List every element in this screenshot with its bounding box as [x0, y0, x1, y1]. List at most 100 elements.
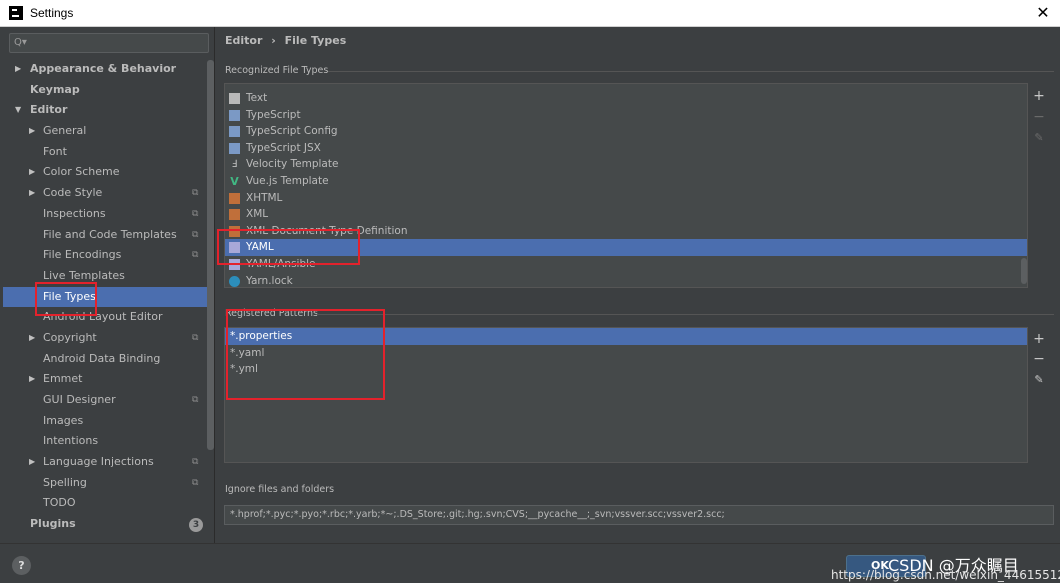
sidebar-item-language-injections[interactable]: ▶ Language Injections ⧉: [0, 452, 206, 473]
settings-search-input[interactable]: Q▾: [9, 33, 209, 53]
remove-pattern-icon[interactable]: −: [1032, 352, 1046, 366]
sidebar-item-label: Font: [43, 144, 67, 158]
sidebar-item-label: Android Data Binding: [43, 351, 161, 365]
chevron-down-icon[interactable]: ▼: [15, 100, 25, 121]
sidebar-item-images[interactable]: Images: [0, 411, 206, 432]
file-type-label: XML: [246, 208, 269, 221]
sidebar-item-label: Editor: [30, 103, 68, 117]
file-type-label: TypeScript Config: [246, 125, 338, 138]
chevron-right-icon[interactable]: ▶: [29, 452, 39, 473]
sidebar-item-plugins[interactable]: Plugins 3: [0, 514, 206, 535]
chevron-right-icon[interactable]: ▶: [29, 369, 39, 390]
ts-file-icon: [229, 109, 240, 121]
sidebar-item-label: TODO: [43, 496, 76, 510]
sidebar-item-editor[interactable]: ▼ Editor: [0, 100, 206, 121]
sidebar-item-label: Inspections: [43, 206, 106, 220]
file-type-item[interactable]: V Vue.js Template: [225, 173, 1027, 190]
sidebar-item-general[interactable]: ▶ General: [0, 121, 206, 142]
chevron-right-icon[interactable]: ▶: [15, 59, 25, 80]
sidebar-item-label: Images: [43, 413, 84, 427]
settings-sidebar: Q▾ ▶ Appearance & Behavior Keymap ▼ Editor ▶ G…: [0, 27, 215, 543]
window-title: Settings: [30, 6, 74, 20]
project-scope-icon: ⧉: [192, 229, 199, 240]
file-type-item[interactable]: TypeScript Config: [225, 123, 1027, 140]
file-type-label: Vue.js Template: [246, 174, 329, 187]
sidebar-item-inspections[interactable]: Inspections ⧉: [0, 204, 206, 225]
sidebar-item-todo[interactable]: TODO: [0, 493, 206, 514]
add-pattern-icon[interactable]: +: [1032, 332, 1046, 346]
sidebar-item-label: Intentions: [43, 434, 99, 448]
sidebar-item-keymap[interactable]: Keymap: [0, 80, 206, 101]
help-button[interactable]: ?: [12, 556, 31, 575]
file-type-item[interactable]: Yarn.lock: [225, 273, 1027, 287]
edit-pattern-icon[interactable]: ✎: [1032, 373, 1046, 387]
file-types-panel: Editor › File Types Recognized File Type…: [216, 27, 1060, 543]
file-types-scrollbar[interactable]: [1021, 258, 1027, 284]
close-icon[interactable]: ✕: [1034, 4, 1052, 22]
sidebar-item-emmet[interactable]: ▶ Emmet: [0, 369, 206, 390]
sidebar-item-android-data-binding[interactable]: Android Data Binding: [0, 349, 206, 370]
sidebar-item-label: Copyright: [43, 330, 97, 344]
sidebar-item-intentions[interactable]: Intentions: [0, 431, 206, 452]
xml-file-icon: [229, 209, 240, 221]
chevron-right-icon[interactable]: ▶: [29, 162, 39, 183]
add-file-type-icon[interactable]: +: [1032, 89, 1046, 103]
sidebar-item-label: Keymap: [30, 82, 80, 96]
chevron-right-icon[interactable]: ▶: [29, 183, 39, 204]
sidebar-item-code-style[interactable]: ▶ Code Style ⧉: [0, 183, 206, 204]
breadcrumb-file-types: File Types: [284, 34, 347, 47]
sidebar-item-label: General: [43, 124, 87, 138]
sidebar-item-spelling[interactable]: Spelling ⧉: [0, 473, 206, 494]
ts-file-icon: [229, 126, 240, 138]
annotation-box-file-types: [35, 282, 97, 316]
project-scope-icon: ⧉: [192, 208, 199, 219]
project-scope-icon: ⧉: [192, 457, 199, 468]
sidebar-item-label: Plugins: [30, 517, 76, 531]
project-scope-icon: ⧉: [192, 395, 199, 405]
window-titlebar: Settings ✕: [0, 0, 1060, 27]
file-type-item[interactable]: XHTML: [225, 190, 1027, 207]
file-type-label: TypeScript JSX: [246, 141, 321, 154]
breadcrumb-editor[interactable]: Editor: [225, 34, 262, 47]
file-type-item[interactable]: TypeScript: [225, 107, 1027, 124]
project-scope-icon: ⧉: [192, 188, 199, 199]
file-type-item[interactable]: Text: [225, 90, 1027, 107]
sidebar-item-file-encodings[interactable]: File Encodings ⧉: [0, 245, 206, 266]
sidebar-item-font[interactable]: Font: [0, 142, 206, 163]
project-scope-icon: ⧉: [192, 477, 199, 488]
settings-tree: ▶ Appearance & Behavior Keymap ▼ Editor ▶ Gene…: [0, 59, 214, 535]
project-scope-icon: ⧉: [192, 250, 199, 261]
sidebar-item-color-scheme[interactable]: ▶ Color Scheme: [0, 162, 206, 183]
sidebar-item-appearance-behavior[interactable]: ▶ Appearance & Behavior: [0, 59, 206, 80]
annotation-box-patterns: [226, 309, 385, 400]
sidebar-item-android-layout-editor[interactable]: Android Layout Editor: [0, 307, 206, 328]
file-type-label: Text: [246, 92, 268, 104]
file-type-item[interactable]: Ⅎ Velocity Template: [225, 156, 1027, 173]
ignore-files-input[interactable]: *.hprof;*.pyc;*.pyo;*.rbc;*.yarb;*~;.DS_…: [224, 505, 1054, 525]
remove-file-type-icon[interactable]: −: [1032, 110, 1046, 124]
dialog-footer: ? OK CSDN @万众瞩目 https://blog.csdn.net/we…: [0, 543, 1060, 583]
file-type-item[interactable]: XML: [225, 206, 1027, 223]
xml-file-icon: [229, 192, 240, 204]
file-type-label: Velocity Template: [246, 158, 339, 171]
sidebar-item-file-and-code-templates[interactable]: File and Code Templates ⧉: [0, 225, 206, 246]
breadcrumb-separator: ›: [271, 34, 276, 47]
sidebar-item-label: File and Code Templates: [43, 227, 177, 241]
chevron-right-icon[interactable]: ▶: [29, 121, 39, 142]
yarn-file-icon: [229, 275, 240, 287]
file-type-label: TypeScript: [246, 108, 301, 121]
sidebar-item-gui-designer[interactable]: GUI Designer ⧉: [0, 390, 206, 411]
chevron-right-icon[interactable]: ▶: [29, 328, 39, 349]
ignore-files-label: Ignore files and folders: [225, 484, 335, 495]
project-scope-icon: ⧉: [192, 332, 199, 343]
breadcrumb: Editor › File Types: [225, 34, 351, 47]
intellij-app-icon: [9, 6, 23, 20]
sidebar-item-copyright[interactable]: ▶ Copyright ⧉: [0, 328, 206, 349]
sidebar-item-live-templates[interactable]: Live Templates: [0, 266, 206, 287]
sidebar-item-label: Spelling: [43, 475, 87, 489]
sidebar-item-label: Color Scheme: [43, 165, 120, 179]
sidebar-scrollbar[interactable]: [207, 60, 214, 450]
edit-file-type-icon[interactable]: ✎: [1032, 131, 1046, 145]
vel-file-icon: Ⅎ: [231, 159, 238, 171]
file-type-item[interactable]: TypeScript JSX: [225, 140, 1027, 157]
